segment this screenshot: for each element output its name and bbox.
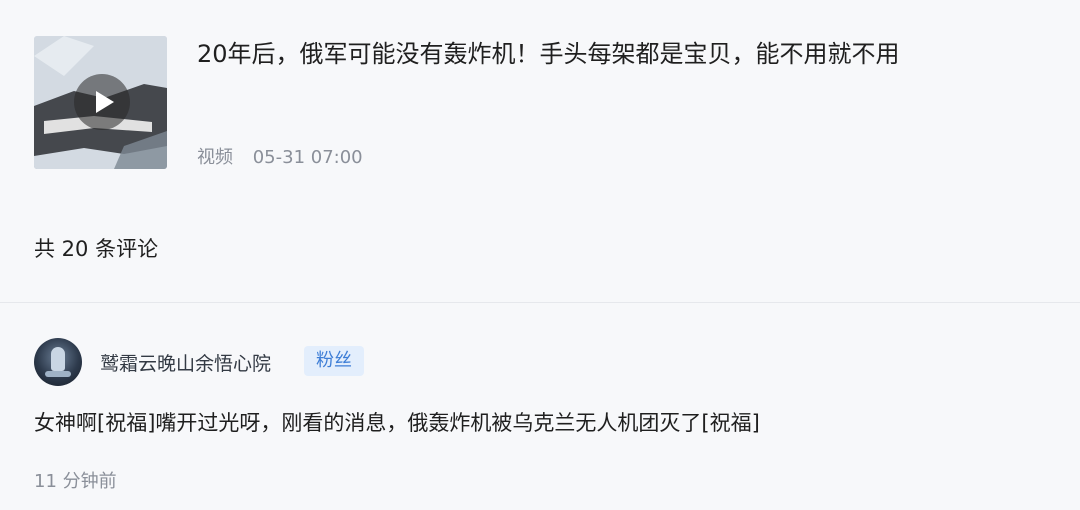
comment-text: 女神啊[祝福]嘴开过光呀，刚看的消息，俄轰炸机被乌克兰无人机团灭了[祝福] — [34, 411, 760, 435]
video-type-label: 视频 — [197, 147, 233, 168]
avatar-base — [45, 371, 71, 377]
section-divider — [0, 302, 1080, 303]
video-meta: 视频 05-31 07:00 — [197, 143, 363, 169]
comment-count: 共 20 条评论 — [34, 237, 159, 261]
comment-time: 11 分钟前 — [34, 471, 117, 492]
avatar[interactable] — [34, 338, 82, 386]
video-card[interactable]: 20年后，俄军可能没有轰炸机！手头每架都是宝贝，能不用就不用 视频 05-31 … — [34, 36, 1034, 170]
video-thumbnail[interactable] — [34, 36, 167, 169]
video-datetime: 05-31 07:00 — [252, 147, 363, 168]
avatar-figure — [51, 347, 65, 371]
video-title[interactable]: 20年后，俄军可能没有轰炸机！手头每架都是宝贝，能不用就不用 — [197, 37, 900, 71]
play-icon — [95, 91, 114, 113]
fan-badge: 粉丝 — [304, 346, 364, 376]
play-button[interactable] — [74, 74, 130, 130]
comment-username[interactable]: 鹫霜云晚山余悟心院 — [100, 349, 271, 376]
